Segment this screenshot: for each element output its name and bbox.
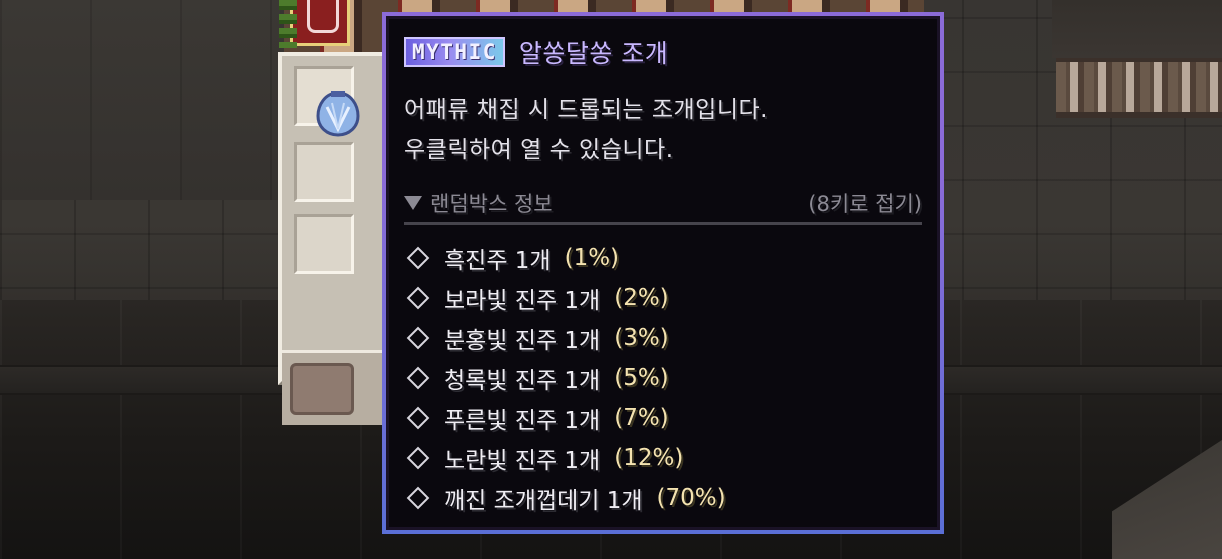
drop-item: 분홍빛 진주 1개 (3%) [404,318,726,358]
diamond-outline-icon [406,446,430,470]
drop-name: 청록빛 진주 1개 [444,368,601,394]
drop-chance: (1%) [564,245,620,271]
drop-list: 흑진주 1개 (1%) 보라빛 진주 1개 (2%) 분홍빛 진주 1개 (3%… [404,238,726,518]
drop-name: 깨진 조개껍데기 1개 [444,488,643,514]
item-tooltip: MYTHIC 알쏭달쏭 조개 어패류 채집 시 드롭되는 조개입니다. 우클릭하… [382,12,944,534]
item-name: 알쏭달쏭 조개 [518,39,669,68]
drop-name: 푸른빛 진주 1개 [444,408,601,434]
drop-item: 보라빛 진주 1개 (2%) [404,278,726,318]
diamond-outline-icon [406,486,430,510]
clam-shell-icon [316,91,360,137]
bookshelf [1056,58,1222,118]
diamond-outline-icon [406,326,430,350]
drop-chance: (3%) [614,325,669,351]
drop-chance: (70%) [656,485,726,511]
drop-name: 노란빛 진주 1개 [444,448,601,474]
triangle-down-icon [404,196,422,210]
rarity-badge: MYTHIC [404,37,505,67]
tooltip-title: MYTHIC 알쏭달쏭 조개 [404,34,668,70]
drop-item: 노란빛 진주 1개 (12%) [404,438,726,478]
diamond-outline-icon [406,286,430,310]
inventory-slot[interactable] [294,214,354,274]
wall-block [1052,0,1222,58]
vine-icon [279,0,297,48]
drop-name: 보라빛 진주 1개 [444,288,601,314]
drop-item: 흑진주 1개 (1%) [404,238,726,278]
stone-wall [0,0,280,200]
inventory-slot[interactable] [294,142,354,202]
drop-item: 청록빛 진주 1개 (5%) [404,358,726,398]
diamond-outline-icon [406,246,430,270]
drop-chance: (2%) [614,285,669,311]
section-title: 랜덤박스 정보 [430,192,553,216]
drop-item: 깨진 조개껍데기 1개 (70%) [404,478,726,518]
inventory-slot[interactable] [290,363,354,415]
section-title-group: 랜덤박스 정보 [404,188,553,218]
drop-chance: (12%) [614,445,684,471]
collapse-hint: (8키로 접기) [808,192,922,216]
drop-name: 분홍빛 진주 1개 [444,328,601,354]
inventory-slot-hovered[interactable] [294,66,360,137]
drop-item: 푸른빛 진주 1개 (7%) [404,398,726,438]
item-description-line: 어패류 채집 시 드롭되는 조개입니다. [404,97,768,123]
diamond-outline-icon [406,406,430,430]
diamond-outline-icon [406,366,430,390]
inventory-hotbar [282,350,390,425]
inventory-column [278,52,390,425]
item-description-line: 우클릭하여 열 수 있습니다. [404,137,674,163]
inventory-slot-selected[interactable] [279,0,350,48]
drop-chance: (5%) [614,365,669,391]
drop-name: 흑진주 1개 [444,248,551,274]
section-divider [404,222,922,225]
drop-chance: (7%) [614,405,669,431]
randombox-section-header: 랜덤박스 정보 (8키로 접기) [404,188,922,218]
